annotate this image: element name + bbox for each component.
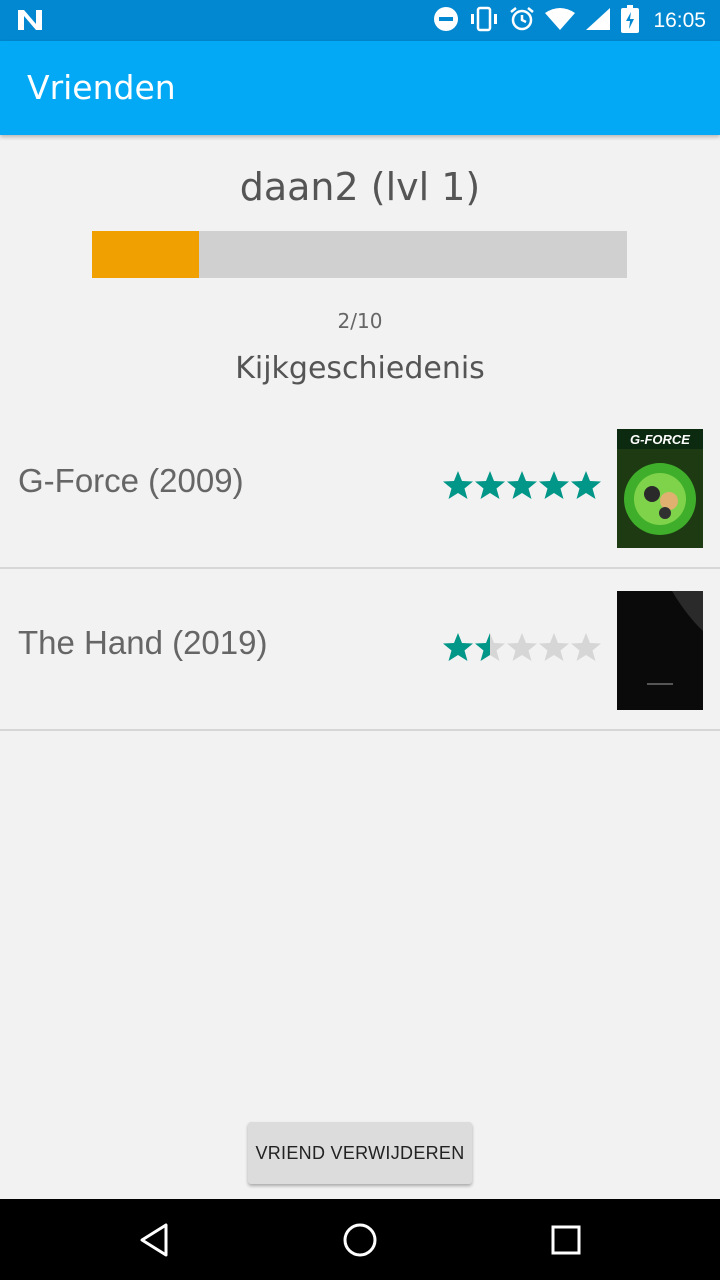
star-icon bbox=[443, 633, 473, 661]
n-logo-icon bbox=[16, 8, 44, 36]
app-bar-title: Vrienden bbox=[27, 68, 176, 107]
movie-title: The Hand (2019) bbox=[18, 624, 268, 661]
level-progress-bar bbox=[92, 231, 627, 278]
navigation-bar bbox=[0, 1199, 720, 1280]
status-time: 16:05 bbox=[653, 8, 706, 32]
list-item[interactable]: G-Force (2009) G-FORCE bbox=[0, 405, 720, 569]
star-icon bbox=[571, 471, 601, 499]
app-bar: Vrienden bbox=[0, 41, 720, 135]
back-icon[interactable] bbox=[104, 1199, 204, 1280]
signal-icon bbox=[585, 7, 611, 35]
star-icon bbox=[539, 633, 569, 661]
movie-poster: G-FORCE bbox=[617, 429, 703, 548]
star-icon bbox=[571, 633, 601, 661]
movie-poster bbox=[617, 591, 703, 710]
star-icon bbox=[507, 471, 537, 499]
star-icon bbox=[539, 471, 569, 499]
username-title: daan2 (lvl 1) bbox=[239, 165, 481, 209]
status-bar: 16:05 bbox=[0, 0, 720, 41]
remove-friend-button[interactable]: VRIEND VERWIJDEREN bbox=[248, 1122, 472, 1184]
movie-title: G-Force (2009) bbox=[18, 462, 244, 499]
rating-stars bbox=[442, 631, 602, 663]
home-icon[interactable] bbox=[310, 1199, 410, 1280]
list-item[interactable]: The Hand (2019) bbox=[0, 567, 720, 731]
recents-icon[interactable] bbox=[516, 1199, 616, 1280]
star-icon bbox=[475, 471, 505, 499]
vibrate-icon bbox=[469, 6, 499, 36]
history-title: Kijkgeschiedenis bbox=[235, 351, 485, 386]
rating-stars bbox=[442, 469, 602, 501]
poster-title: G-FORCE bbox=[630, 432, 690, 447]
wifi-icon bbox=[545, 7, 576, 35]
star-icon bbox=[507, 633, 537, 661]
alarm-icon bbox=[509, 6, 535, 36]
battery-charging-icon bbox=[621, 4, 640, 37]
star-icon bbox=[443, 471, 473, 499]
star-icon bbox=[475, 633, 505, 661]
progress-text: 2/10 bbox=[337, 309, 383, 333]
level-progress-fill bbox=[92, 231, 199, 278]
do-not-disturb-icon bbox=[433, 6, 459, 36]
